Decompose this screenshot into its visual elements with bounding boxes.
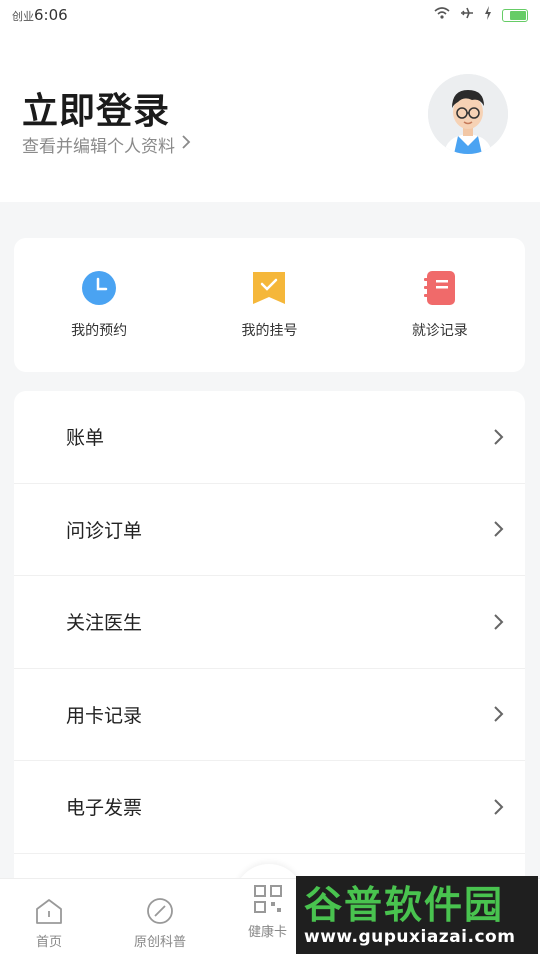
menu-label: 用卡记录 [66, 704, 143, 727]
qr-code-icon [253, 885, 282, 913]
edit-profile-link[interactable]: 查看并编辑个人资料 [22, 132, 191, 157]
status-clock: 6:06 [34, 6, 68, 24]
watermark-url: www.gupuxiazai.com [304, 927, 516, 947]
chevron-right-icon [494, 429, 504, 445]
notebook-icon [422, 270, 458, 306]
chevron-right-icon [494, 614, 504, 630]
menu-label: 关注医生 [66, 612, 143, 635]
quick-item-appointment[interactable]: 我的预约 [29, 270, 169, 340]
tab-label: 原创科普 [134, 935, 187, 950]
charging-icon [484, 6, 492, 24]
chevron-right-icon [494, 799, 504, 815]
bookmark-check-icon [251, 270, 287, 306]
quick-item-registration[interactable]: 我的挂号 [199, 270, 339, 340]
status-time: 创业6:06 [12, 6, 68, 24]
chevron-right-icon [494, 706, 504, 722]
menu-list: 账单 问诊订单 关注医生 用卡记录 电子发票 [14, 391, 525, 891]
home-icon [36, 899, 62, 924]
avatar[interactable] [428, 74, 508, 154]
tab-science[interactable]: 原创科普 [134, 897, 186, 950]
menu-label: 账单 [66, 427, 105, 450]
menu-item-bills[interactable]: 账单 [14, 391, 525, 484]
battery-icon [502, 8, 528, 22]
watermark-title: 谷普软件园 [304, 883, 505, 927]
status-icons [434, 6, 528, 24]
doctor-avatar-icon [428, 74, 508, 154]
tab-label: 健康卡 [248, 925, 288, 940]
tab-label: 首页 [35, 935, 62, 950]
quick-label: 我的挂号 [241, 323, 298, 339]
quick-item-visit-records[interactable]: 就诊记录 [370, 270, 510, 340]
tab-health-card[interactable]: 健康卡 [248, 883, 287, 940]
status-carrier: 创业 [12, 10, 34, 23]
login-button[interactable]: 立即登录 [22, 82, 170, 134]
airplane-icon [460, 6, 474, 24]
edit-profile-label: 查看并编辑个人资料 [22, 137, 175, 157]
quick-actions-card: 我的预约 我的挂号 就诊记录 [14, 238, 525, 372]
quick-label: 就诊记录 [411, 323, 468, 339]
tab-home[interactable]: 首页 [34, 897, 64, 950]
menu-item-followed-doctors[interactable]: 关注医生 [14, 576, 525, 669]
menu-label: 问诊订单 [66, 519, 143, 542]
quick-label: 我的预约 [71, 323, 128, 339]
menu-label: 电子发票 [66, 797, 143, 820]
menu-item-consult-orders[interactable]: 问诊订单 [14, 484, 525, 576]
chevron-right-icon [494, 521, 504, 537]
compass-icon [147, 898, 173, 924]
menu-item-e-invoice[interactable]: 电子发票 [14, 761, 525, 854]
menu-item-card-records[interactable]: 用卡记录 [14, 669, 525, 761]
status-bar: 创业6:06 [0, 0, 540, 30]
chevron-right-icon [181, 134, 191, 155]
wifi-icon [434, 7, 450, 23]
watermark-logo: 谷普软件园 www.gupuxiazai.com [296, 876, 538, 954]
profile-header: 立即登录 查看并编辑个人资料 [0, 30, 540, 202]
clock-icon [81, 270, 117, 306]
